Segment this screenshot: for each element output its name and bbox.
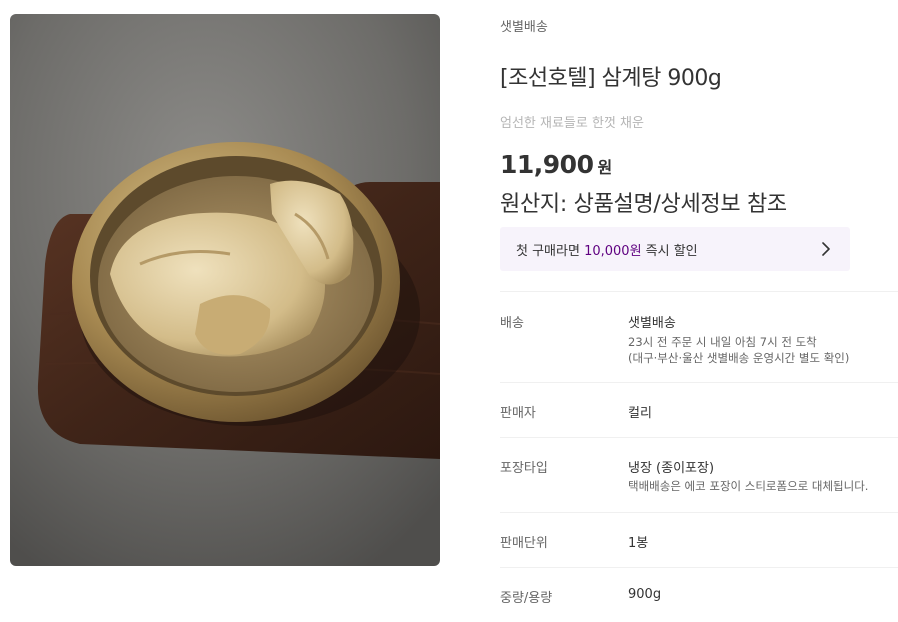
chevron-right-icon [822, 242, 830, 256]
detail-label: 판매자 [500, 406, 536, 421]
detail-label: 판매단위 [500, 536, 548, 551]
coupon-amount: 10,000원 [584, 243, 642, 259]
coupon-prefix: 첫 구매라면 [516, 243, 585, 259]
detail-description: 23시 전 주문 시 내일 아침 7시 전 도착 [628, 335, 817, 349]
price-row: 11,900 원 [500, 150, 612, 179]
product-title: [조선호텔] 삼계탕 900g [500, 66, 722, 91]
detail-label: 중량/용량 [500, 591, 553, 606]
product-subtitle: 엄선한 재료들로 한껏 채운 [500, 116, 644, 131]
detail-row-delivery: 배송 샛별배송 23시 전 주문 시 내일 아침 7시 전 도착 (대구·부산·… [500, 291, 898, 382]
detail-row-seller: 판매자 컬리 [500, 382, 898, 437]
detail-value: 샛별배송 [628, 316, 676, 331]
price-currency: 원 [597, 158, 613, 177]
origin-info: 원산지: 상품설명/상세정보 참조 [500, 192, 787, 217]
coupon-suffix: 즉시 할인 [641, 243, 698, 259]
product-image [10, 14, 440, 566]
detail-value: 컬리 [628, 406, 652, 421]
detail-value: 냉장 (종이포장) [628, 461, 715, 476]
delivery-type-label: 샛별배송 [500, 20, 548, 35]
detail-description: 택배배송은 에코 포장이 스티로폼으로 대체됩니다. [628, 479, 869, 493]
price-value: 11,900 [500, 150, 594, 179]
detail-row-weight: 중량/용량 900g [500, 567, 898, 622]
detail-row-packaging: 포장타입 냉장 (종이포장) 택배배송은 에코 포장이 스티로폼으로 대체됩니다… [500, 437, 898, 512]
first-purchase-coupon-banner[interactable]: 첫 구매라면 10,000원 즉시 할인 [500, 227, 850, 271]
detail-value: 900g [628, 587, 662, 602]
detail-value: 1봉 [628, 536, 649, 551]
samgyetang-photo [10, 14, 440, 566]
detail-row-sales-unit: 판매단위 1봉 [500, 512, 898, 567]
coupon-text: 첫 구매라면 10,000원 즉시 할인 [516, 240, 698, 259]
product-detail-table: 배송 샛별배송 23시 전 주문 시 내일 아침 7시 전 도착 (대구·부산·… [500, 291, 898, 622]
detail-label: 배송 [500, 316, 524, 331]
detail-label: 포장타입 [500, 461, 548, 476]
detail-description: (대구·부산·울산 샛별배송 운영시간 별도 확인) [628, 351, 850, 365]
